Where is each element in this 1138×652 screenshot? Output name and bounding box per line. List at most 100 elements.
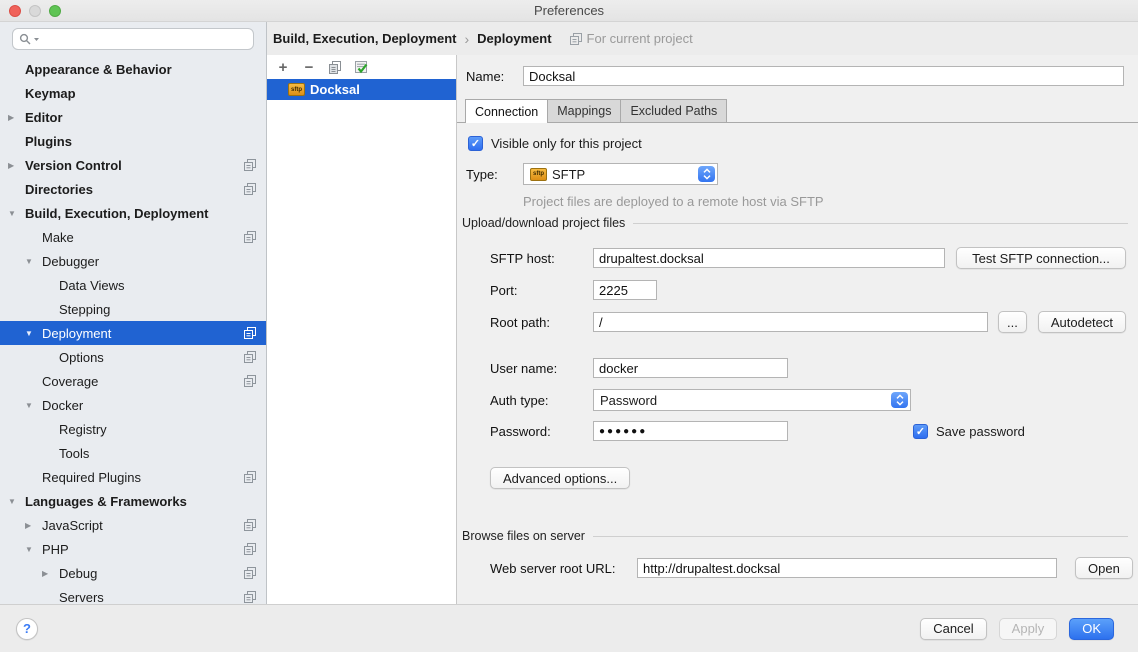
- sidebar-item-directories[interactable]: Directories: [0, 177, 266, 201]
- root-path-label: Root path:: [490, 315, 593, 330]
- sidebar-item-label: Registry: [59, 422, 107, 437]
- sftp-host-label: SFTP host:: [490, 251, 593, 266]
- sidebar-item-label: Debugger: [42, 254, 99, 269]
- chevron-right-icon[interactable]: ▶: [25, 521, 42, 530]
- chevron-down-icon[interactable]: ▼: [25, 545, 42, 554]
- help-button[interactable]: ?: [16, 618, 38, 640]
- browse-root-path-button[interactable]: ...: [998, 311, 1027, 333]
- project-level-badge-icon: [244, 375, 256, 387]
- open-url-button[interactable]: Open: [1075, 557, 1133, 579]
- auth-type-dropdown[interactable]: Password: [593, 389, 911, 411]
- tab-excluded-paths[interactable]: Excluded Paths: [620, 99, 727, 122]
- server-list-item-docksal[interactable]: sftp Docksal: [267, 79, 456, 100]
- port-field[interactable]: [593, 280, 657, 300]
- save-password-checkbox[interactable]: [913, 424, 928, 439]
- sidebar-item-label: Docker: [42, 398, 83, 413]
- sidebar-item-coverage[interactable]: Coverage: [0, 369, 266, 393]
- duplicate-icon: [328, 60, 342, 75]
- auth-type-label: Auth type:: [490, 393, 593, 408]
- type-dropdown[interactable]: sftp SFTP: [523, 163, 718, 185]
- project-level-badge-icon: [244, 471, 256, 483]
- sidebar-item-data-views[interactable]: Data Views: [0, 273, 266, 297]
- root-path-field[interactable]: [593, 312, 988, 332]
- chevron-down-icon[interactable]: ▼: [25, 257, 42, 266]
- name-field[interactable]: [523, 66, 1124, 86]
- use-as-default-button[interactable]: [353, 59, 369, 75]
- sidebar-item-label: Debug: [59, 566, 97, 581]
- sidebar-item-debugger[interactable]: ▼Debugger: [0, 249, 266, 273]
- sidebar-item-tools[interactable]: Tools: [0, 441, 266, 465]
- sidebar-item-build-execution-deployment[interactable]: ▼Build, Execution, Deployment: [0, 201, 266, 225]
- duplicate-server-button[interactable]: [327, 59, 343, 75]
- sidebar-item-label: Directories: [25, 182, 93, 197]
- type-value: SFTP: [552, 167, 585, 182]
- sidebar-item-required-plugins[interactable]: Required Plugins: [0, 465, 266, 489]
- web-root-label: Web server root URL:: [490, 561, 637, 576]
- upload-section-title: Upload/download project files: [462, 216, 625, 230]
- advanced-options-button[interactable]: Advanced options...: [490, 467, 630, 489]
- sftp-type-icon: sftp: [530, 168, 547, 181]
- sidebar-item-options[interactable]: Options: [0, 345, 266, 369]
- cancel-button[interactable]: Cancel: [920, 618, 986, 640]
- server-list-panel: + − sftp Docksal: [267, 55, 457, 604]
- password-field[interactable]: [593, 421, 788, 441]
- chevron-right-icon[interactable]: ▶: [42, 569, 59, 578]
- sidebar-item-plugins[interactable]: Plugins: [0, 129, 266, 153]
- sidebar-item-javascript[interactable]: ▶JavaScript: [0, 513, 266, 537]
- chevron-down-icon[interactable]: ▼: [8, 209, 25, 218]
- sidebar-item-label: Servers: [59, 590, 104, 605]
- add-server-button[interactable]: +: [275, 59, 291, 75]
- sftp-host-field[interactable]: [593, 248, 945, 268]
- sidebar-item-stepping[interactable]: Stepping: [0, 297, 266, 321]
- visible-only-checkbox[interactable]: [468, 136, 483, 151]
- chevron-down-icon[interactable]: ▼: [25, 329, 42, 338]
- browse-section-header: Browse files on server: [462, 529, 1128, 543]
- breadcrumb-parent[interactable]: Build, Execution, Deployment: [273, 31, 456, 46]
- autodetect-button[interactable]: Autodetect: [1038, 311, 1126, 333]
- tab-mappings[interactable]: Mappings: [547, 99, 621, 122]
- sidebar-item-label: Appearance & Behavior: [25, 62, 172, 77]
- ok-button[interactable]: OK: [1069, 618, 1114, 640]
- tab-connection[interactable]: Connection: [465, 99, 548, 123]
- sidebar-item-registry[interactable]: Registry: [0, 417, 266, 441]
- user-name-field[interactable]: [593, 358, 788, 378]
- sidebar-item-servers[interactable]: Servers: [0, 585, 266, 604]
- sidebar-item-appearance-behavior[interactable]: Appearance & Behavior: [0, 57, 266, 81]
- sidebar-item-label: Plugins: [25, 134, 72, 149]
- chevron-down-icon[interactable]: ▼: [8, 497, 25, 506]
- sidebar-item-version-control[interactable]: ▶Version Control: [0, 153, 266, 177]
- web-root-field[interactable]: [637, 558, 1057, 578]
- sidebar-item-php[interactable]: ▼PHP: [0, 537, 266, 561]
- settings-sidebar: Appearance & BehaviorKeymap▶EditorPlugin…: [0, 22, 267, 604]
- sidebar-item-label: Tools: [59, 446, 89, 461]
- project-level-badge-icon: [244, 327, 256, 339]
- project-level-badge-icon: [244, 231, 256, 243]
- visible-only-label: Visible only for this project: [491, 136, 642, 151]
- sidebar-item-editor[interactable]: ▶Editor: [0, 105, 266, 129]
- sidebar-item-debug[interactable]: ▶Debug: [0, 561, 266, 585]
- sidebar-item-make[interactable]: Make: [0, 225, 266, 249]
- test-sftp-connection-button[interactable]: Test SFTP connection...: [956, 247, 1126, 269]
- project-level-badge-icon: [244, 519, 256, 531]
- search-input[interactable]: [12, 28, 254, 50]
- chevron-right-icon[interactable]: ▶: [8, 113, 25, 122]
- auth-type-value: Password: [600, 393, 657, 408]
- project-level-badge-icon: [244, 351, 256, 363]
- breadcrumb: Build, Execution, Deployment › Deploymen…: [267, 22, 1138, 55]
- sidebar-item-keymap[interactable]: Keymap: [0, 81, 266, 105]
- chevron-down-icon[interactable]: ▼: [25, 401, 42, 410]
- chevron-right-icon[interactable]: ▶: [8, 161, 25, 170]
- sidebar-item-languages-frameworks[interactable]: ▼Languages & Frameworks: [0, 489, 266, 513]
- scope-indicator: For current project: [570, 31, 693, 46]
- remove-server-button[interactable]: −: [301, 59, 317, 75]
- type-label: Type:: [466, 167, 523, 182]
- sidebar-item-docker[interactable]: ▼Docker: [0, 393, 266, 417]
- sidebar-item-deployment[interactable]: ▼Deployment: [0, 321, 266, 345]
- sidebar-tree: Appearance & BehaviorKeymap▶EditorPlugin…: [0, 54, 266, 604]
- sidebar-item-label: Editor: [25, 110, 63, 125]
- sidebar-item-label: Required Plugins: [42, 470, 141, 485]
- preferences-window: Preferences Appearance & BehaviorKeymap▶…: [0, 0, 1138, 652]
- sftp-icon: sftp: [288, 83, 305, 96]
- server-list-toolbar: + −: [267, 55, 456, 79]
- sidebar-item-label: Make: [42, 230, 74, 245]
